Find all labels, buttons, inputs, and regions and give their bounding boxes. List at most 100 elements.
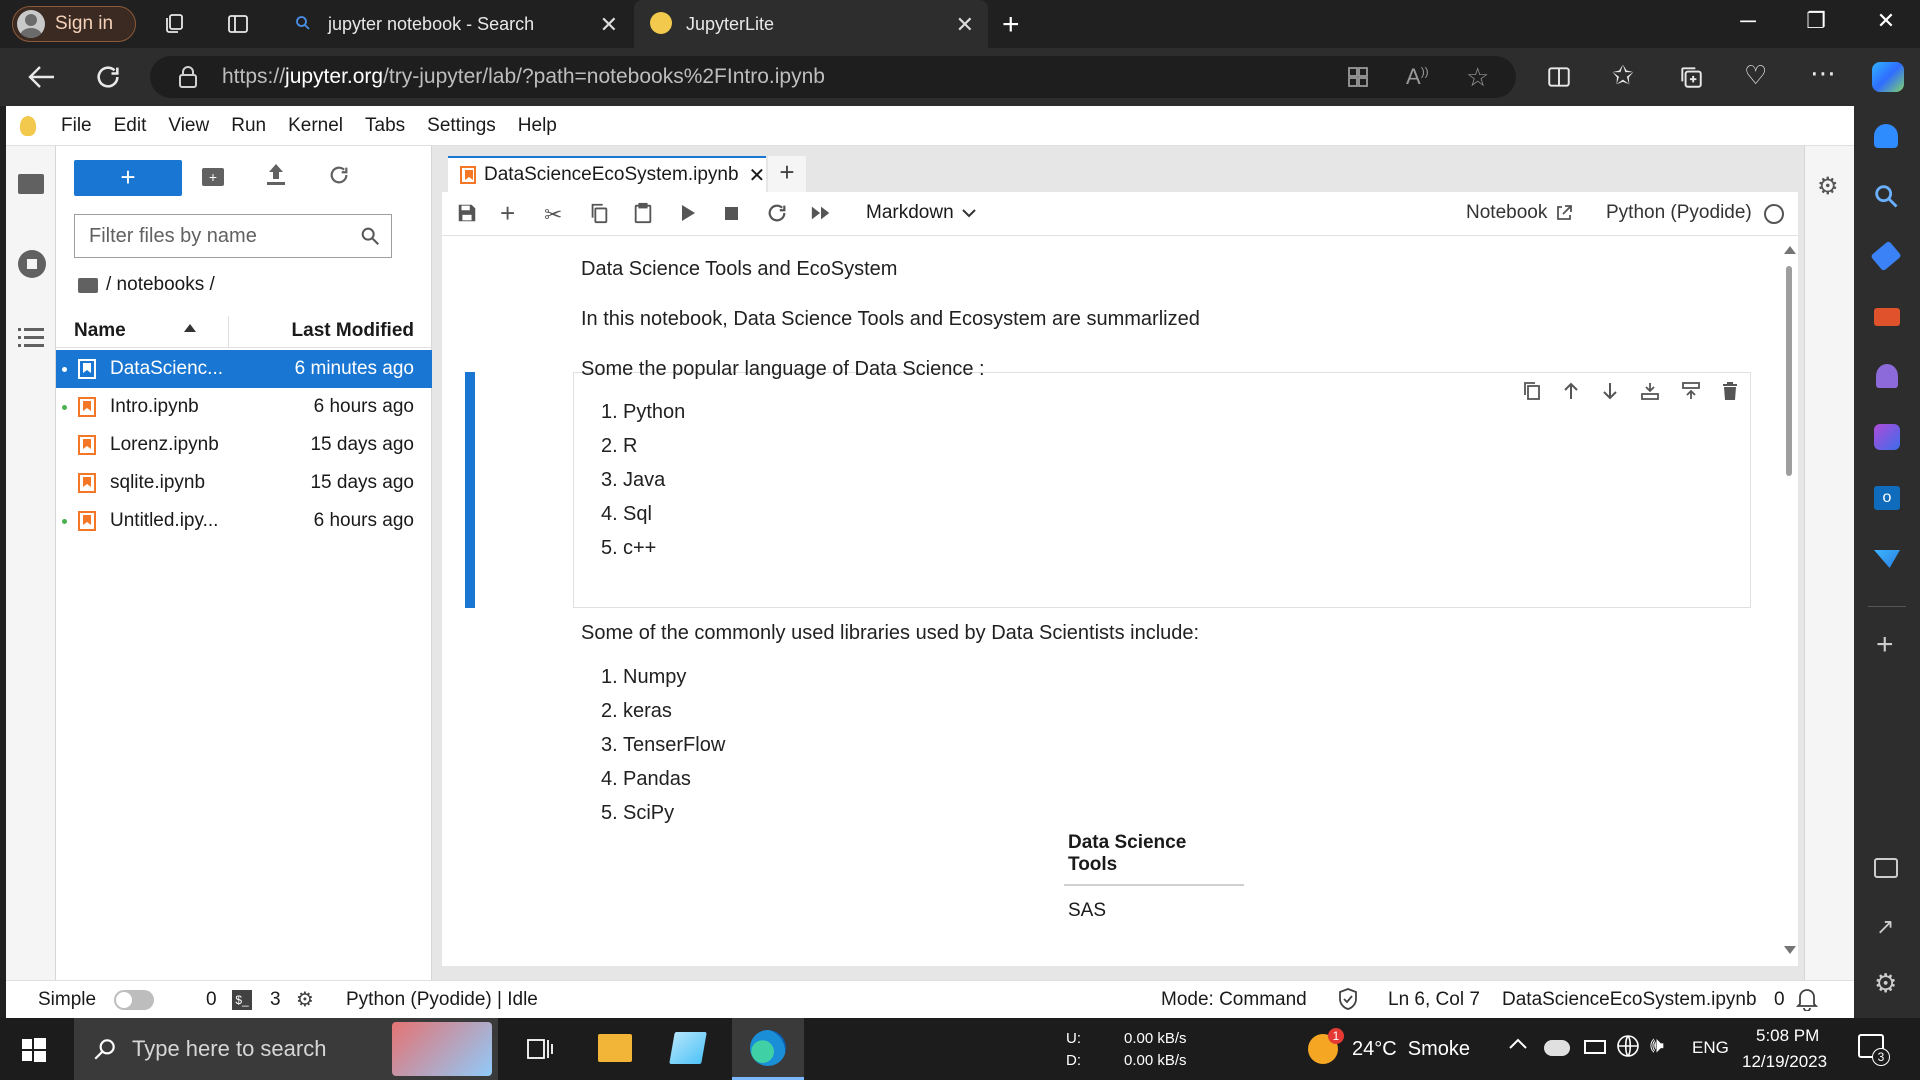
file-explorer-icon[interactable] [598, 1034, 632, 1062]
volume-icon[interactable]: 🕪 [1650, 1032, 1664, 1058]
menu-help[interactable]: Help [507, 115, 568, 137]
insert-above-icon[interactable] [1640, 381, 1660, 401]
cursor-position[interactable]: Ln 6, Col 7 [1388, 989, 1480, 1011]
collections-icon[interactable] [1678, 64, 1704, 90]
favorites-icon[interactable]: ✩ [1612, 60, 1634, 91]
browser-essentials-icon[interactable]: ♡ [1744, 60, 1767, 91]
scroll-up-icon[interactable] [1784, 246, 1796, 254]
kernel-name-button[interactable]: Python (Pyodide) [1606, 202, 1752, 224]
onedrive-icon[interactable] [1544, 1040, 1570, 1056]
simple-mode-toggle[interactable] [114, 990, 154, 1010]
shopping-tag-icon[interactable] [1870, 240, 1902, 272]
refresh-files-icon[interactable] [328, 164, 350, 186]
notification-bell-icon[interactable] [1796, 987, 1818, 1011]
file-row[interactable]: Untitled.ipy... 6 hours ago [56, 502, 432, 540]
menu-run[interactable]: Run [220, 115, 277, 137]
chevron-up-icon[interactable] [1508, 1036, 1528, 1050]
file-row[interactable]: DataScienc... 6 minutes ago [56, 350, 432, 388]
globe-icon[interactable] [1616, 1034, 1640, 1058]
move-up-icon[interactable] [1562, 381, 1580, 401]
taskbar-search-box[interactable]: Type here to search [74, 1018, 498, 1080]
minimize-icon[interactable]: ─ [1728, 8, 1768, 40]
file-row[interactable]: sqlite.ipynb 15 days ago [56, 464, 432, 502]
send-icon[interactable] [1874, 550, 1900, 568]
copilot-icon[interactable] [1872, 62, 1904, 92]
kernel-count[interactable]: 3 [270, 989, 281, 1011]
restart-icon[interactable] [766, 202, 790, 226]
close-tab-icon[interactable]: ✕ [956, 12, 974, 38]
more-options-icon[interactable]: ⋯ [1810, 58, 1836, 89]
add-sidebar-icon[interactable]: + [1876, 628, 1894, 662]
new-tab-button[interactable]: + [1002, 8, 1020, 42]
search-icon[interactable] [1872, 182, 1900, 210]
running-kernels-icon[interactable] [18, 250, 46, 278]
clock-date[interactable]: 12/19/2023 [1742, 1052, 1827, 1072]
upload-icon[interactable] [266, 164, 286, 186]
breadcrumb[interactable]: / notebooks / [78, 274, 215, 296]
active-markdown-cell[interactable] [573, 372, 1751, 608]
file-row[interactable]: Lorenz.ipynb 15 days ago [56, 426, 432, 464]
workspaces-icon[interactable] [162, 12, 186, 36]
notepad-app-icon[interactable] [669, 1032, 707, 1064]
insert-below-icon[interactable] [1681, 381, 1701, 401]
filter-files-input[interactable]: Filter files by name [74, 214, 392, 258]
menu-settings[interactable]: Settings [416, 115, 507, 137]
open-notebook-button[interactable]: Notebook [1466, 202, 1573, 224]
notebook-tab[interactable]: DataScienceEcoSystem.ipynb ✕ [448, 156, 766, 192]
clock-time[interactable]: 5:08 PM [1756, 1026, 1819, 1046]
menu-kernel[interactable]: Kernel [277, 115, 354, 137]
new-launcher-button[interactable]: + [74, 160, 182, 196]
tools-icon[interactable] [1874, 308, 1900, 326]
active-cell-collapser[interactable] [465, 372, 475, 608]
table-of-contents-icon[interactable] [18, 326, 44, 348]
split-screen-icon[interactable] [1546, 64, 1572, 90]
sidebar-panel-icon[interactable] [1874, 858, 1898, 878]
new-folder-icon[interactable]: + [202, 168, 224, 186]
delete-cell-icon[interactable] [1722, 381, 1738, 401]
column-last-modified[interactable]: Last Modified [292, 320, 414, 342]
duplicate-cell-icon[interactable] [1523, 381, 1541, 401]
column-name[interactable]: Name [74, 320, 126, 342]
folder-icon[interactable] [18, 174, 44, 194]
refresh-icon[interactable] [94, 63, 122, 91]
move-down-icon[interactable] [1601, 381, 1619, 401]
browser-tab-jupyterlite[interactable]: JupyterLite ✕ [634, 0, 988, 48]
menu-edit[interactable]: Edit [103, 115, 158, 137]
notebook-content[interactable]: Data Science Tools and EcoSystem In this… [442, 236, 1798, 966]
interrupt-icon[interactable] [722, 202, 746, 226]
external-link-icon[interactable]: ↗ [1876, 914, 1894, 940]
notification-count[interactable]: 0 [1774, 989, 1785, 1011]
file-row[interactable]: Intro.ipynb 6 hours ago [56, 388, 432, 426]
games-icon[interactable] [1876, 364, 1898, 388]
app-available-icon[interactable] [1346, 65, 1370, 89]
settings-gear-icon[interactable]: ⚙ [1874, 968, 1897, 999]
task-view-icon[interactable] [526, 1036, 554, 1062]
edge-app-button[interactable] [732, 1018, 804, 1080]
tab-actions-icon[interactable] [226, 12, 250, 36]
browser-tab-search[interactable]: jupyter notebook - Search ✕ [276, 0, 632, 48]
scroll-down-icon[interactable] [1784, 946, 1796, 954]
favorite-star-icon[interactable]: ☆ [1466, 62, 1489, 93]
menu-view[interactable]: View [157, 115, 220, 137]
close-tab-icon[interactable]: ✕ [749, 163, 766, 188]
cell-type-select[interactable]: Markdown [866, 202, 976, 224]
menu-file[interactable]: File [50, 115, 103, 137]
paste-icon[interactable] [632, 202, 656, 226]
panel-splitter[interactable] [432, 146, 442, 980]
scrollbar-thumb[interactable] [1786, 266, 1792, 476]
weather-widget[interactable]: 1 24°C Smoke [1304, 1028, 1490, 1070]
menu-tabs[interactable]: Tabs [354, 115, 416, 137]
restore-icon[interactable]: ❐ [1796, 8, 1836, 40]
close-tab-icon[interactable]: ✕ [600, 12, 618, 38]
microsoft-365-icon[interactable] [1874, 424, 1900, 450]
sign-in-button[interactable]: Sign in [12, 6, 136, 42]
windows-start-icon[interactable] [22, 1038, 46, 1062]
cut-icon[interactable]: ✂ [544, 202, 568, 227]
close-window-icon[interactable]: ✕ [1866, 8, 1906, 40]
property-inspector-icon[interactable]: ⚙ [1817, 172, 1839, 201]
notification-bell-icon[interactable] [1874, 124, 1898, 148]
new-tab-button[interactable]: + [768, 156, 806, 192]
breadcrumb-path[interactable]: / notebooks / [106, 274, 215, 296]
read-aloud-icon[interactable]: A)) [1406, 64, 1429, 90]
language-indicator[interactable]: ENG [1692, 1038, 1729, 1058]
